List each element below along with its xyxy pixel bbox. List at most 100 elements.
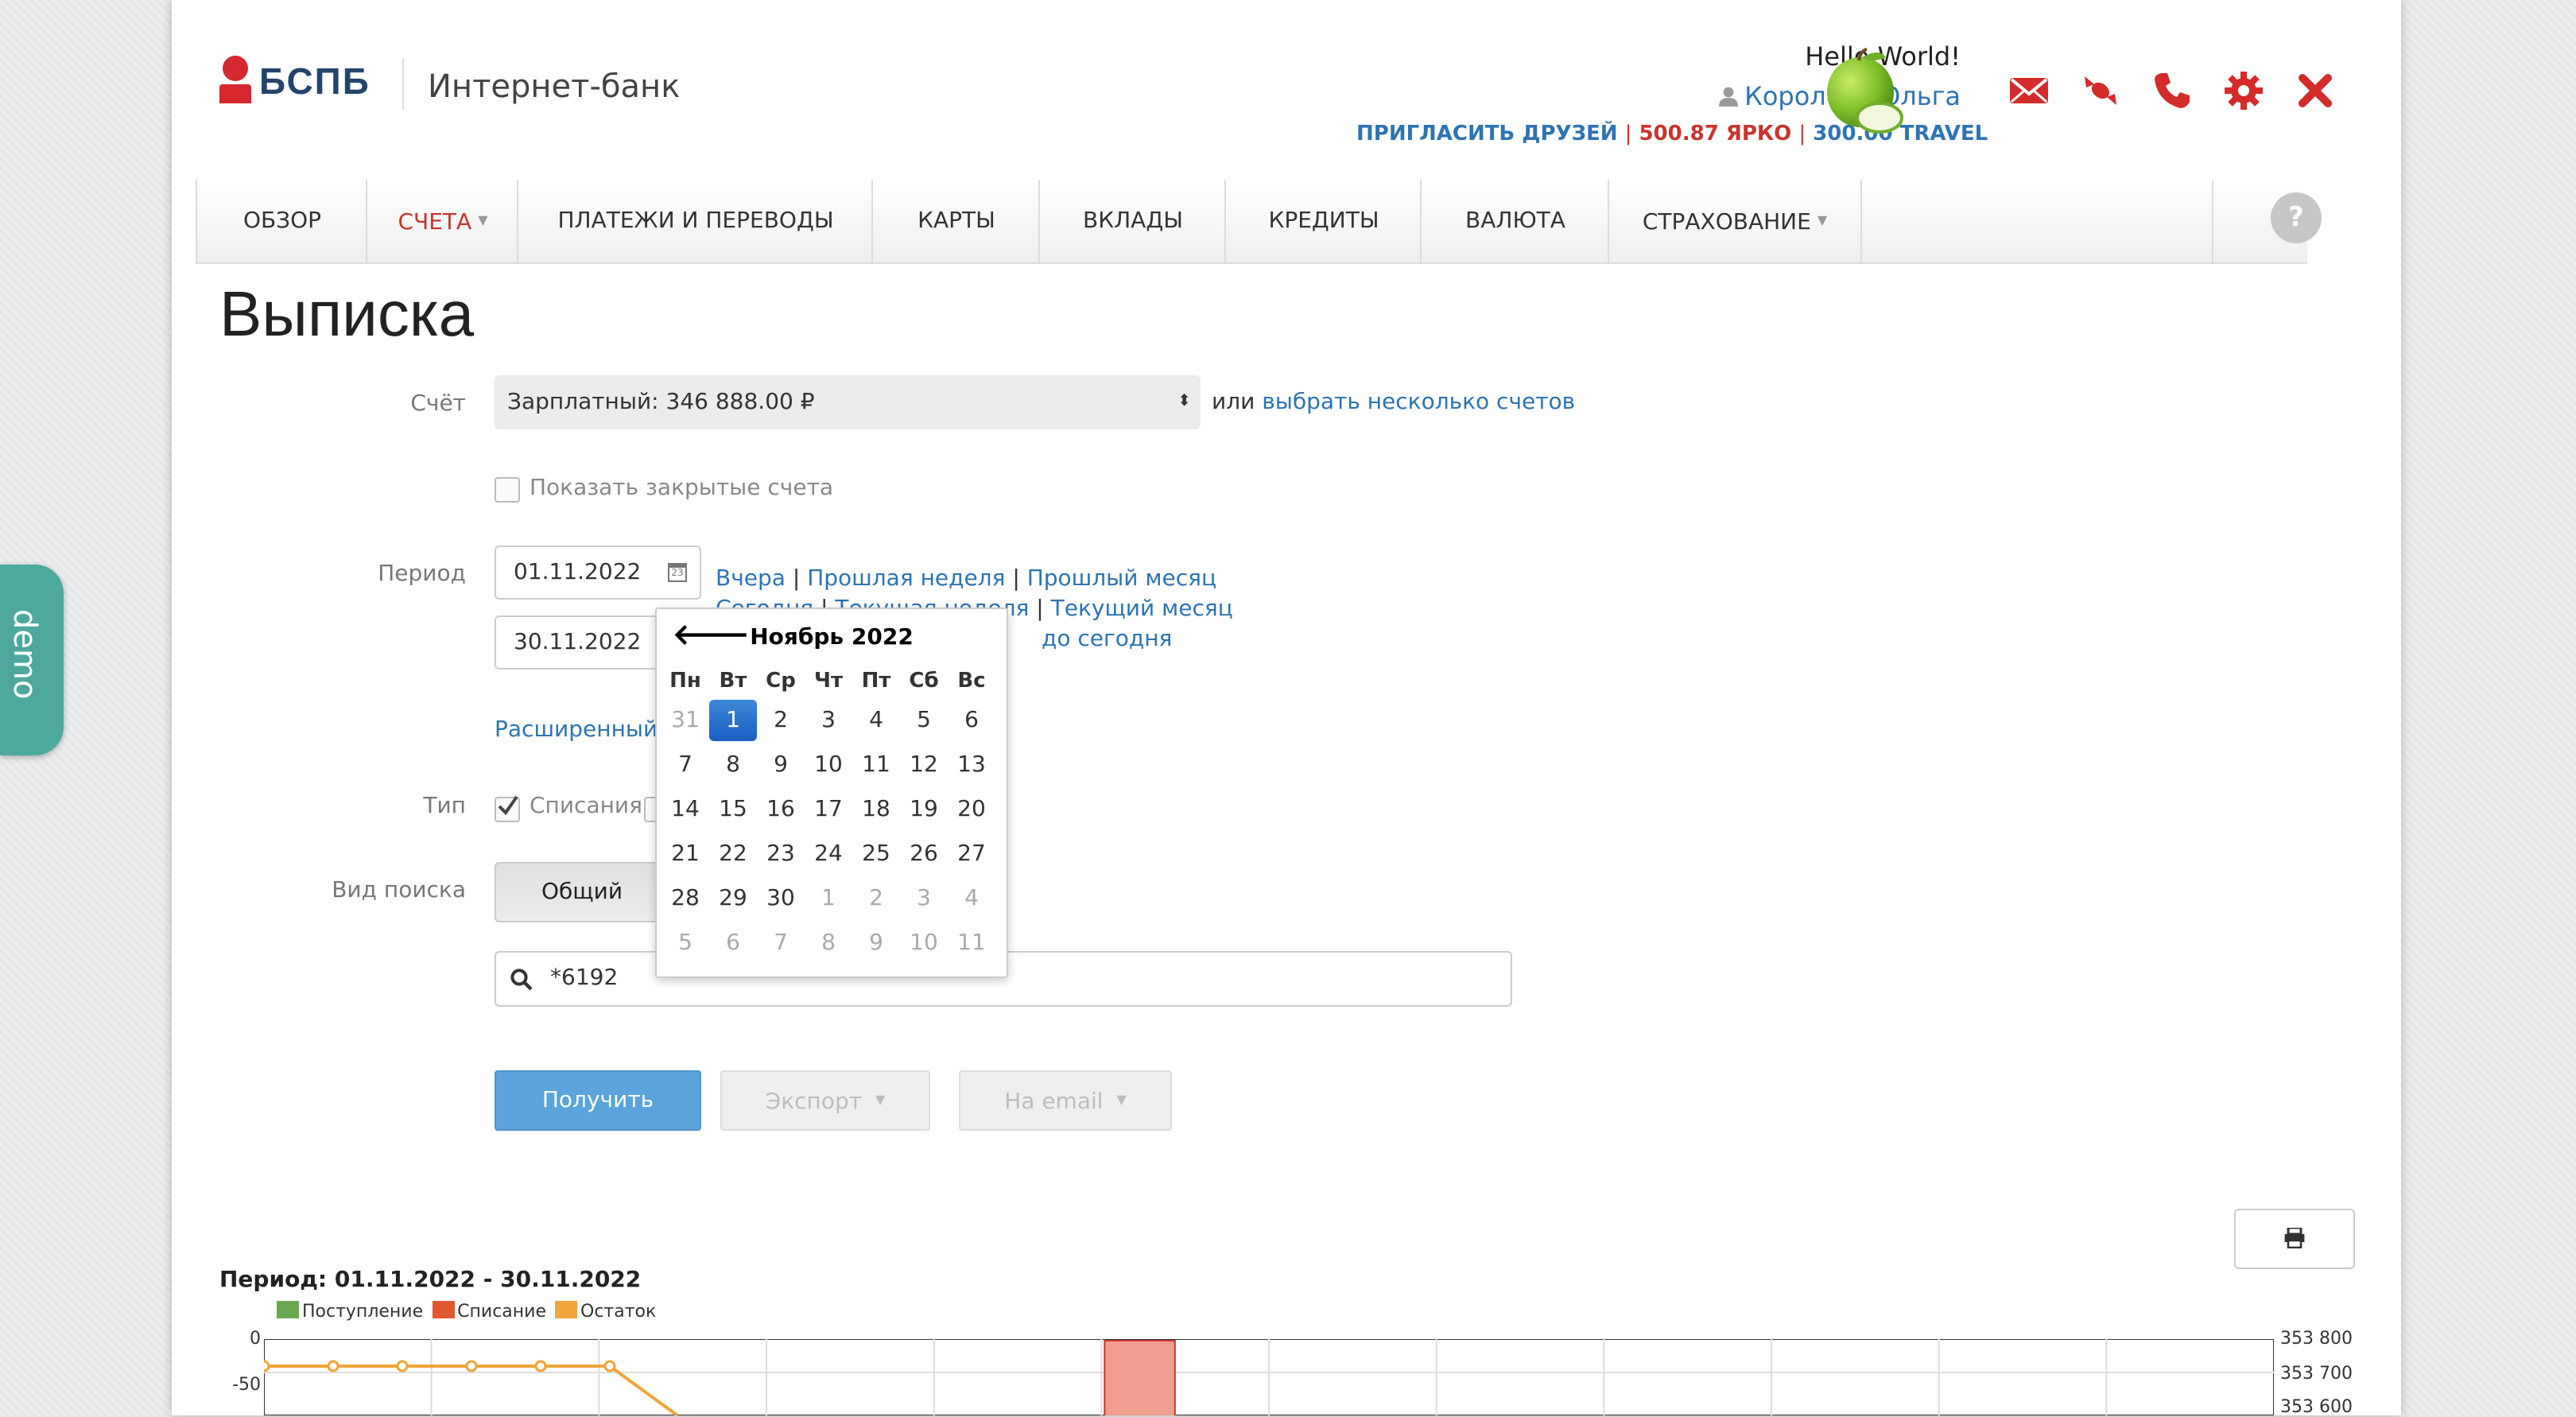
calendar-day[interactable]: 8: [805, 922, 852, 964]
calendar-day[interactable]: 10: [900, 922, 948, 964]
period-last-month[interactable]: Прошлый месяц: [1027, 566, 1216, 592]
phone-icon[interactable]: [2151, 70, 2193, 111]
nav-accounts[interactable]: СЧЕТА ▼: [366, 180, 518, 262]
calendar-icon[interactable]: 23: [668, 563, 687, 582]
period-current-month[interactable]: Текущий месяц: [1051, 596, 1233, 622]
calendar-day[interactable]: 5: [661, 922, 709, 964]
period-label: Период: [378, 561, 466, 587]
search-type-general[interactable]: Общий: [495, 862, 669, 922]
or-text: или: [1212, 390, 1255, 415]
calendar-day[interactable]: 12: [900, 744, 948, 786]
date-from-input[interactable]: 01.11.2022 23: [495, 545, 701, 600]
demo-tab[interactable]: demo: [0, 565, 64, 755]
page-title: Выписка: [219, 280, 475, 350]
avatar[interactable]: [1819, 48, 1908, 140]
calendar-day[interactable]: 11: [948, 922, 995, 964]
nav-cards[interactable]: КАРТЫ: [871, 180, 1040, 262]
multi-account-link[interactable]: выбрать несколько счетов: [1262, 390, 1575, 415]
calendar-day[interactable]: 1: [709, 700, 757, 741]
product-name: Интернет-банк: [428, 67, 681, 105]
balance-point: [327, 1360, 339, 1372]
gear-icon[interactable]: [2223, 70, 2264, 111]
balance-point: [534, 1360, 547, 1372]
calendar-day[interactable]: 26: [900, 833, 948, 875]
balance-point: [465, 1360, 478, 1372]
calendar-day[interactable]: 28: [661, 878, 709, 919]
weekday-header: Сб: [909, 670, 939, 693]
calendar-day[interactable]: 15: [709, 789, 757, 830]
advanced-search-text[interactable]: Расширенный с: [495, 717, 677, 743]
y-left-tick-1: -50: [232, 1374, 261, 1395]
account-select[interactable]: Зарплатный: 346 888.00 ₽ ⬍: [495, 375, 1201, 429]
calendar-day[interactable]: 9: [757, 744, 805, 786]
calendar-day[interactable]: 6: [948, 700, 995, 741]
calendar-day[interactable]: 7: [661, 744, 709, 786]
invite-friends-link[interactable]: ПРИГЛАСИТЬ ДРУЗЕЙ: [1356, 122, 1618, 146]
email-button[interactable]: На email ▼: [959, 1070, 1172, 1131]
calendar-day[interactable]: 25: [852, 833, 900, 875]
calendar-day[interactable]: 5: [900, 700, 948, 741]
chevron-down-icon: ▼: [875, 1093, 886, 1107]
datepicker-month[interactable]: Ноябрь 2022: [657, 625, 1007, 650]
y-left-tick-0: 0: [250, 1328, 261, 1349]
brand-name: БСПБ: [259, 60, 370, 102]
calendar-day[interactable]: 6: [709, 922, 757, 964]
calendar-day[interactable]: 4: [948, 878, 995, 919]
candy-icon[interactable]: [2080, 70, 2121, 111]
calendar-day[interactable]: 1: [805, 878, 852, 919]
calendar-day[interactable]: 14: [661, 789, 709, 830]
calendar-day[interactable]: 3: [900, 878, 948, 919]
period-until-today[interactable]: до сегодня: [1042, 627, 1172, 652]
print-button[interactable]: [2234, 1209, 2355, 1269]
calendar-day[interactable]: 13: [948, 744, 995, 786]
calendar-day[interactable]: 24: [805, 833, 852, 875]
debit-checkbox[interactable]: [495, 795, 520, 822]
help-button[interactable]: ?: [2271, 192, 2322, 243]
advanced-search-link[interactable]: Расширенный с: [495, 717, 677, 743]
calendar-day[interactable]: 19: [900, 789, 948, 830]
show-closed-checkbox[interactable]: [495, 477, 520, 503]
quick-period-row1: Вчера | Прошлая неделя | Прошлый месяц: [716, 566, 1217, 592]
calendar-day[interactable]: 21: [661, 833, 709, 875]
calendar-day[interactable]: 2: [852, 878, 900, 919]
nav-insurance[interactable]: СТРАХОВАНИЕ ▼: [1608, 180, 1862, 262]
calendar-day[interactable]: 3: [805, 700, 852, 741]
nav-deposits[interactable]: ВКЛАДЫ: [1038, 180, 1226, 262]
calendar-day[interactable]: 7: [757, 922, 805, 964]
bonus-yarko[interactable]: 500.87 ЯРКО: [1639, 122, 1791, 146]
calendar-day[interactable]: 30: [757, 878, 805, 919]
period-last-week[interactable]: Прошлая неделя: [807, 566, 1005, 592]
date-from-value: 01.11.2022: [514, 560, 642, 585]
calendar-day[interactable]: 8: [709, 744, 757, 786]
calendar-day[interactable]: 31: [661, 700, 709, 741]
calendar-day[interactable]: 10: [805, 744, 852, 786]
calendar-day[interactable]: 23: [757, 833, 805, 875]
calendar-day[interactable]: 9: [852, 922, 900, 964]
get-statement-button[interactable]: Получить: [495, 1070, 701, 1131]
show-closed-label: Показать закрытые счета: [530, 476, 834, 501]
period-yesterday[interactable]: Вчера: [716, 566, 786, 592]
calendar-day[interactable]: 29: [709, 878, 757, 919]
mail-icon[interactable]: [2008, 70, 2050, 111]
weekday-header: Вс: [957, 670, 986, 693]
export-button[interactable]: Экспорт ▼: [720, 1070, 930, 1131]
balance-point: [396, 1360, 409, 1372]
calendar-day[interactable]: 11: [852, 744, 900, 786]
legend-swatch-balance: [555, 1301, 577, 1318]
calendar-day[interactable]: 22: [709, 833, 757, 875]
nav-overview[interactable]: ОБЗОР: [196, 180, 367, 262]
nav-payments[interactable]: ПЛАТЕЖИ И ПЕРЕВОДЫ: [517, 180, 873, 262]
chevron-down-icon: ▼: [1817, 213, 1828, 227]
account-or: или выбрать несколько счетов: [1212, 390, 1575, 415]
type-label: Тип: [423, 794, 466, 819]
nav-credits[interactable]: КРЕДИТЫ: [1224, 180, 1422, 262]
calendar-day[interactable]: 18: [852, 789, 900, 830]
close-icon[interactable]: [2295, 70, 2336, 111]
calendar-day[interactable]: 2: [757, 700, 805, 741]
calendar-day[interactable]: 27: [948, 833, 995, 875]
nav-currency[interactable]: ВАЛЮТА: [1420, 180, 1609, 262]
calendar-day[interactable]: 17: [805, 789, 852, 830]
calendar-day[interactable]: 20: [948, 789, 995, 830]
calendar-day[interactable]: 16: [757, 789, 805, 830]
calendar-day[interactable]: 4: [852, 700, 900, 741]
